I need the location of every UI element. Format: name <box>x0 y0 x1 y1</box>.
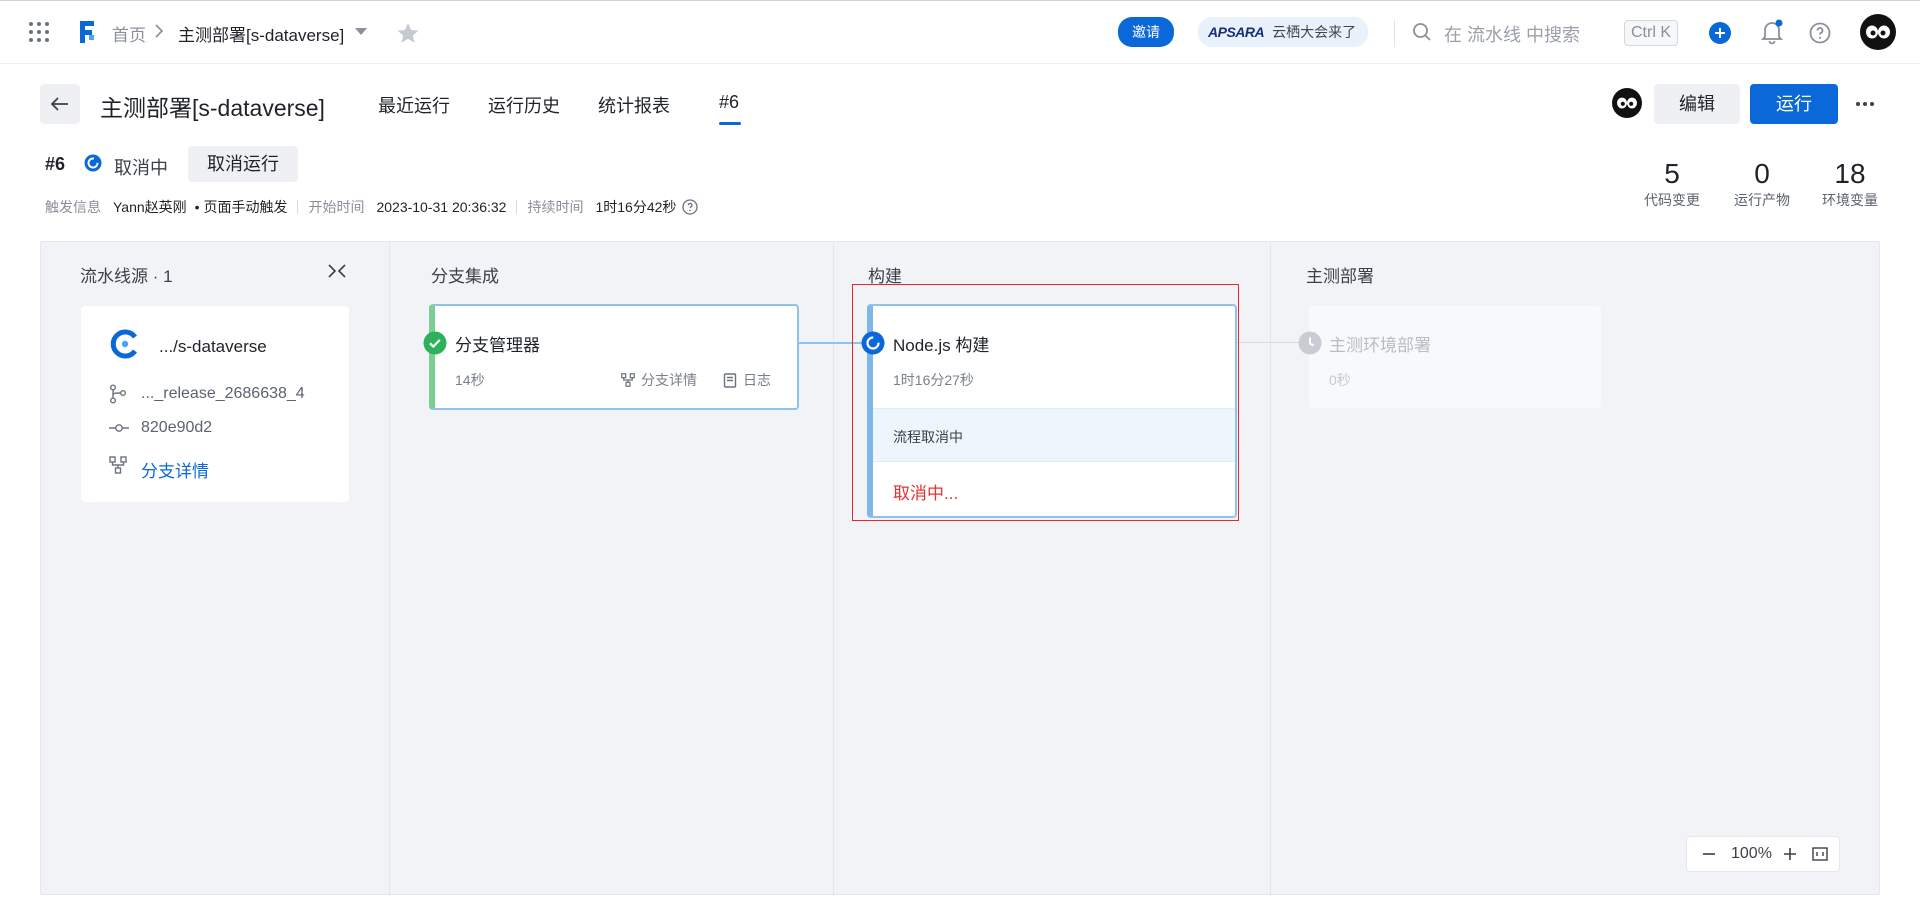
create-plus-icon[interactable] <box>1708 21 1732 45</box>
fit-view-icon[interactable] <box>1812 847 1828 861</box>
codeup-logo-icon <box>109 328 141 360</box>
zoom-out-icon[interactable] <box>1701 846 1717 862</box>
stat-value: 18 <box>1834 158 1866 189</box>
apsara-logo: APSARA <box>1208 24 1265 40</box>
run-status-text: 取消中 <box>114 158 168 178</box>
commit-icon <box>109 422 129 434</box>
start-time-value: 2023-10-31 20:36:32 <box>376 199 507 215</box>
flow-logo-icon[interactable] <box>76 17 98 45</box>
stage-divider <box>389 242 390 896</box>
branch-details-label: 分支详情 <box>641 372 697 388</box>
stat-code-changes[interactable]: 5 代码变更 <box>1632 158 1712 210</box>
branch-details-icon <box>621 373 635 387</box>
top-navigation-bar: 首页 主测部署[s-dataverse] 邀请 APSARA 云栖大会来了 在 … <box>0 0 1920 64</box>
stage-title-main-deploy: 主测部署 <box>1306 267 1374 286</box>
stat-value: 0 <box>1754 158 1770 189</box>
trigger-label: 触发信息 <box>45 199 101 215</box>
job-name: 主测环境部署 <box>1329 336 1431 355</box>
arrow-left-icon <box>50 97 68 111</box>
duration-value: 1时16分42秒 <box>595 199 677 215</box>
info-circle-icon[interactable] <box>682 199 699 215</box>
stat-label: 运行产物 <box>1734 192 1790 208</box>
trigger-user: Yann赵英刚 <box>113 199 187 215</box>
star-icon[interactable] <box>396 21 420 45</box>
stat-label: 环境变量 <box>1822 192 1878 208</box>
log-label: 日志 <box>743 372 771 388</box>
caret-down-icon[interactable] <box>354 27 368 37</box>
branch-details-icon <box>109 456 127 474</box>
stage-divider <box>1270 242 1271 896</box>
tab-run-6[interactable]: #6 <box>719 92 739 113</box>
log-action[interactable]: 日志 <box>723 370 771 390</box>
trigger-method: • 页面手动触发 <box>194 199 288 215</box>
source-card[interactable]: .../s-dataverse ..._release_2686638_4 82… <box>81 306 349 502</box>
branch-details-action[interactable]: 分支详情 <box>621 370 697 390</box>
zoom-in-icon[interactable] <box>1782 846 1798 862</box>
stage-divider <box>833 242 834 896</box>
back-button[interactable] <box>40 84 80 124</box>
active-tab-indicator <box>719 122 741 125</box>
apsara-promo-text: 云栖大会来了 <box>1272 24 1357 40</box>
pending-clock-icon <box>1298 331 1322 355</box>
stat-value: 5 <box>1664 158 1680 189</box>
job-card-main-env-deploy[interactable]: 主测环境部署 0秒 <box>1309 306 1601 408</box>
stat-env-variables[interactable]: 18 环境变量 <box>1812 158 1888 210</box>
duration-label: 持续时间 <box>527 199 584 215</box>
tab-recent-runs[interactable]: 最近运行 <box>378 92 450 118</box>
pipeline-canvas[interactable]: 流水线源 · 1 .../s-dataverse ..._release_268… <box>40 241 1880 896</box>
app-grid-icon[interactable] <box>28 21 50 43</box>
success-check-icon <box>423 331 447 355</box>
source-column-title: 流水线源 · 1 <box>80 267 173 286</box>
repo-name: .../s-dataverse <box>159 337 267 356</box>
invite-button[interactable]: 邀请 <box>1118 17 1174 47</box>
run-number: #6 <box>45 154 66 174</box>
start-time-label: 开始时间 <box>308 199 365 215</box>
search-shortcut-badge: Ctrl K <box>1624 20 1678 46</box>
collapse-icon[interactable] <box>326 262 348 280</box>
job-name: 分支管理器 <box>455 336 540 355</box>
cancelling-status-icon <box>84 154 102 172</box>
more-options-icon[interactable] <box>1854 94 1876 114</box>
job-duration: 0秒 <box>1329 372 1351 388</box>
user-avatar[interactable] <box>1860 14 1896 50</box>
stat-artifacts[interactable]: 0 运行产物 <box>1722 158 1802 210</box>
help-icon[interactable] <box>1808 21 1832 45</box>
zoom-level: 100% <box>1731 845 1772 862</box>
zoom-controls: 100% <box>1686 836 1840 872</box>
tab-statistics[interactable]: 统计报表 <box>598 92 670 118</box>
branch-details-link[interactable]: 分支详情 <box>141 457 209 482</box>
job-card-branch-manager[interactable]: 分支管理器 14秒 分支详情 日志 <box>429 304 799 410</box>
owner-avatar <box>1612 88 1642 118</box>
edit-button[interactable]: 编辑 <box>1654 84 1740 124</box>
divider <box>1394 19 1395 47</box>
job-duration: 14秒 <box>455 372 485 388</box>
cancel-run-button[interactable]: 取消运行 <box>188 146 298 182</box>
log-icon <box>723 372 737 388</box>
branch-icon <box>109 384 127 404</box>
breadcrumb-current[interactable]: 主测部署[s-dataverse] <box>178 21 344 46</box>
tab-run-history[interactable]: 运行历史 <box>488 92 560 118</box>
stat-label: 代码变更 <box>1644 192 1700 208</box>
chevron-right-icon <box>153 23 165 39</box>
breadcrumb-home[interactable]: 首页 <box>112 21 146 46</box>
divider <box>516 200 518 214</box>
commit-hash: 820e90d2 <box>141 419 213 436</box>
search-icon <box>1412 22 1432 42</box>
branch-name: ..._release_2686638_4 <box>141 385 305 402</box>
stage-title-branch-integration: 分支集成 <box>431 267 499 286</box>
search-input[interactable]: 在 流水线 中搜索 <box>1444 21 1580 47</box>
run-meta-row: 触发信息 Yann赵英刚 • 页面手动触发 开始时间 2023-10-31 20… <box>45 197 699 217</box>
run-button[interactable]: 运行 <box>1750 84 1838 124</box>
page-title: 主测部署[s-dataverse] <box>100 95 325 121</box>
apsara-promo-banner[interactable]: APSARA 云栖大会来了 <box>1198 17 1369 47</box>
divider <box>297 200 299 214</box>
highlight-box <box>852 284 1239 521</box>
notification-bell-icon[interactable] <box>1760 19 1784 45</box>
